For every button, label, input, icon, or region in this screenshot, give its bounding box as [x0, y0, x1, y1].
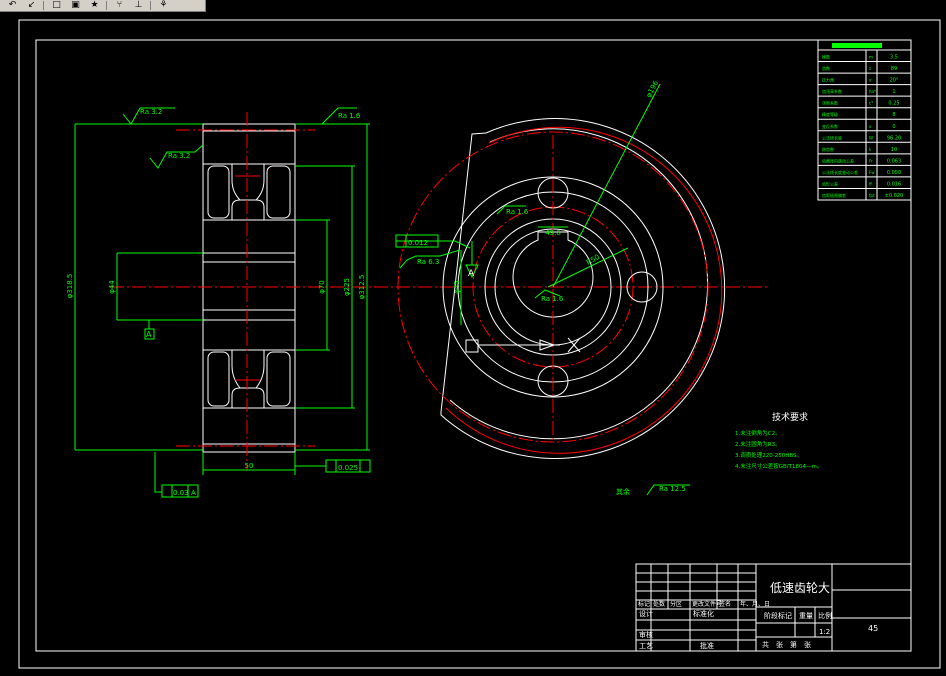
gear-param-value: 0 [892, 124, 895, 130]
gear-param-value: 0.016 [887, 181, 901, 187]
reviewer-label: 审核 [639, 630, 653, 639]
tech-req-title: 技术要求 [772, 411, 808, 423]
gear-param-name: 齿距极限偏差 [822, 192, 846, 198]
gear-front-view [395, 83, 726, 496]
sheets-label: 共 张 第 张 [762, 640, 811, 649]
approve-label: 批准 [700, 641, 714, 650]
gear-param-value: ±0.020 [885, 193, 904, 199]
roughness-face: Ra 6.3 [417, 258, 439, 266]
gear-param-symbol: m [869, 55, 873, 60]
gear-param-value: 89 [891, 66, 897, 72]
inner-border [35, 39, 912, 652]
dim-bore: φ44 [108, 280, 116, 294]
gear-param-value: 20° [890, 78, 899, 84]
roughness-other: Ra 12.5 [659, 485, 686, 493]
gear-param-value: 96.20 [887, 135, 901, 141]
material-label: 45 [868, 624, 878, 633]
gear-param-value: 1 [892, 89, 895, 95]
gear-param-name: 齿顶高系数 [822, 88, 842, 94]
gear-param-name: 公法线长度 [822, 134, 842, 140]
gear-param-name: 顶隙系数 [822, 100, 838, 106]
process-label: 工艺 [639, 642, 653, 650]
tech-req-item: 2.未注圆角为R3。 [735, 440, 781, 448]
scale-label: 1:2 [819, 628, 830, 636]
cad-drawing-canvas[interactable]: Ra 3.2 Ra 3.2 Ra 1.6 Ra 1.6 Ra 1.6 Ra 6.… [0, 0, 946, 676]
dim-hub: φ70 [318, 280, 326, 294]
gear-param-symbol: fpt [869, 193, 875, 198]
roughness-top-left: Ra 3.2 [140, 108, 162, 116]
flatness-tolerance: 0.012 [408, 239, 428, 247]
dim-leader: φ196 [645, 79, 661, 99]
dim-pitch: φ312.5 [358, 275, 366, 300]
tech-req-item: 4.未注尺寸公差按GB/T1804—m。 [735, 462, 822, 470]
ratio-label: 比例 [818, 611, 832, 620]
gear-param-name: 齿圈径向跳动公差 [822, 157, 854, 163]
standard-label: 标准化 [693, 609, 714, 618]
gear-param-symbol: k [869, 147, 872, 152]
weight-label: 重量 [799, 612, 813, 620]
tech-req-item: 1.未注倒角为C2。 [735, 429, 781, 437]
roughness-top-right: Ra 1.6 [338, 112, 361, 120]
gear-param-symbol: Fw [869, 170, 875, 175]
datum-a-front: A [468, 269, 475, 279]
gear-parameter-table [817, 39, 912, 201]
revision-column-label: 年、月、日 [740, 600, 770, 608]
revision-column-label: 处数 [653, 600, 665, 608]
revision-column-label: 分区 [670, 600, 682, 608]
gear-param-symbol: x [869, 124, 872, 129]
part-name: 低速齿轮大 [770, 581, 830, 595]
gear-param-symbol: ha* [869, 89, 876, 94]
roughness-keyway: Ra 1.6 [541, 295, 564, 303]
dim-outer: φ318.5 [66, 274, 74, 299]
gear-param-value: 0.050 [887, 170, 901, 176]
roughness-bore: Ra 1.6 [506, 208, 529, 216]
dim-hole: φ45 [453, 280, 461, 294]
gear-param-symbol: ff [869, 181, 872, 186]
runout-bottom: 0.03 [173, 489, 189, 497]
gear-param-symbol: c* [869, 101, 873, 106]
gear-section-view [74, 107, 770, 498]
datum-ref: A [191, 489, 196, 497]
gear-param-value: 0.063 [887, 158, 901, 164]
gear-param-name: 公法线长度变动公差 [822, 169, 858, 175]
gear-param-name: 跨齿数 [822, 146, 834, 152]
revision-column-label: 标记 [638, 600, 650, 608]
revision-column-label: 签名 [719, 600, 731, 608]
gear-param-value: 0.25 [888, 101, 899, 107]
revision-column-label: 更改文件号 [692, 600, 722, 608]
gear-param-value: 3.5 [890, 55, 898, 61]
gear-param-symbol: W [869, 135, 873, 140]
gear-param-symbol: Fr [869, 158, 873, 163]
outer-border [18, 19, 941, 669]
dim-key: 49.8 [545, 229, 561, 237]
other-label: 其余 [616, 487, 630, 496]
gear-param-name: 模数 [822, 54, 830, 60]
roughness-side: Ra 3.2 [168, 152, 190, 160]
gear-param-name: 齿数 [822, 65, 830, 71]
gear-param-symbol: α [869, 78, 872, 83]
stage-label: 阶段标记 [764, 611, 792, 620]
datum-label: A [146, 330, 152, 339]
gear-param-value: 10 [891, 147, 897, 153]
gear-param-name: 精度等级 [822, 111, 838, 117]
dim-web: φ225 [343, 278, 351, 296]
gear-param-value: 8 [892, 112, 895, 118]
designer-label: 设计 [639, 609, 653, 618]
gear-param-name: 变位系数 [822, 123, 838, 129]
gear-param-symbol: z [869, 66, 871, 71]
runout-right: 0.025 [338, 464, 358, 472]
gear-param-name: 齿形公差 [822, 180, 838, 186]
dim-width: 50 [245, 462, 254, 470]
gear-param-name: 压力角 [822, 77, 834, 83]
tech-req-item: 3.调质处理220-250HBS。 [735, 451, 802, 459]
